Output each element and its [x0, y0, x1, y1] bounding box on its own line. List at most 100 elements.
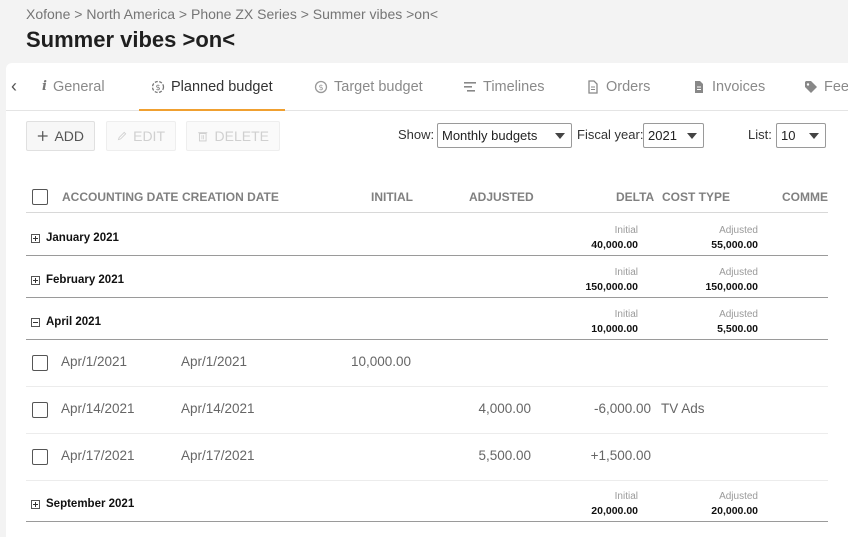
- initial-summary-value: 40,000.00: [591, 239, 638, 251]
- initial-summary-label: Initial: [614, 491, 638, 502]
- initial-summary-label: Initial: [614, 225, 638, 236]
- tab-label: Orders: [606, 78, 651, 95]
- svg-text:$: $: [318, 83, 323, 92]
- adjusted-summary-label: Adjusted: [719, 225, 758, 236]
- tag-icon: [805, 80, 817, 93]
- list-label: List:: [748, 127, 772, 142]
- accounting-date-cell: Apr/1/2021: [61, 354, 128, 369]
- header-divider: [26, 212, 828, 213]
- budget-icon: $: [151, 80, 165, 93]
- svg-text:$: $: [155, 83, 160, 92]
- tab-target-budget[interactable]: $ Target budget: [314, 63, 423, 110]
- tab-label: Invoices: [712, 78, 766, 95]
- group-divider: [26, 521, 828, 522]
- initial-summary-label: Initial: [614, 309, 638, 320]
- list-size-select[interactable]: 10: [776, 123, 826, 148]
- delete-button[interactable]: DELETE: [186, 121, 280, 151]
- col-creation-date[interactable]: CREATION DATE: [182, 190, 279, 204]
- fiscal-year-value: 2021: [648, 128, 677, 143]
- group-title: April 2021: [46, 316, 101, 328]
- tab-general[interactable]: i General: [42, 63, 105, 110]
- pencil-icon: [117, 131, 127, 141]
- cost-type-cell: TV Ads: [661, 401, 705, 416]
- col-delta[interactable]: DELTA: [616, 190, 654, 204]
- tab-planned-budget[interactable]: $ Planned budget: [139, 63, 285, 111]
- invoice-icon: [695, 80, 703, 93]
- group-title: September 2021: [46, 498, 135, 510]
- row-checkbox[interactable]: [32, 355, 48, 371]
- select-all-checkbox[interactable]: [32, 189, 48, 205]
- expand-icon[interactable]: [31, 234, 40, 243]
- chevron-down-icon: [555, 133, 565, 139]
- breadcrumb: Xofone > North America > Phone ZX Series…: [26, 6, 439, 22]
- edit-button[interactable]: EDIT: [106, 121, 176, 151]
- expand-icon[interactable]: [31, 500, 40, 509]
- collapse-icon[interactable]: [31, 318, 40, 327]
- initial-summary-value: 150,000.00: [585, 281, 638, 293]
- fiscal-year-label: Fiscal year:: [577, 127, 644, 142]
- group-divider: [26, 339, 828, 340]
- tab-orders[interactable]: Orders: [586, 63, 650, 110]
- show-label: Show:: [398, 127, 435, 142]
- adjusted-cell: 5,500.00: [478, 448, 531, 463]
- group-divider: [26, 255, 828, 256]
- creation-date-cell: Apr/17/2021: [181, 448, 255, 463]
- group-title: February 2021: [46, 274, 124, 286]
- plus-icon: [37, 131, 48, 141]
- edit-button-label: EDIT: [133, 128, 165, 144]
- col-adjusted[interactable]: ADJUSTED: [469, 190, 534, 204]
- tab-fee[interactable]: Fee: [804, 63, 848, 110]
- creation-date-cell: Apr/14/2021: [181, 401, 255, 416]
- tab-bar: ‹ i General $ Planned budget $ Target bu…: [6, 63, 848, 111]
- accounting-date-cell: Apr/17/2021: [61, 448, 135, 463]
- initial-summary-value: 20,000.00: [591, 505, 638, 517]
- adjusted-summary-label: Adjusted: [719, 267, 758, 278]
- delta-cell: -6,000.00: [593, 401, 651, 416]
- show-select-value: Monthly budgets: [442, 128, 538, 143]
- row-divider: [26, 433, 828, 434]
- main-panel: ‹ i General $ Planned budget $ Target bu…: [6, 63, 848, 537]
- expand-icon[interactable]: [31, 276, 40, 285]
- delta-cell: +1,500.00: [590, 448, 651, 463]
- col-accounting-date[interactable]: ACCOUNTING DATE: [62, 190, 178, 204]
- col-comment[interactable]: COMME: [782, 190, 828, 204]
- target-icon: $: [314, 80, 328, 93]
- adjusted-summary-label: Adjusted: [719, 309, 758, 320]
- add-button-label: ADD: [54, 128, 84, 144]
- add-button[interactable]: ADD: [26, 121, 95, 151]
- delete-button-label: DELETE: [214, 128, 269, 144]
- creation-date-cell: Apr/1/2021: [181, 354, 248, 369]
- initial-summary-value: 10,000.00: [591, 323, 638, 335]
- initial-summary-label: Initial: [614, 267, 638, 278]
- adjusted-summary-value: 55,000.00: [711, 239, 758, 251]
- timeline-icon: [464, 81, 476, 92]
- group-title: January 2021: [46, 232, 119, 244]
- row-divider: [26, 386, 828, 387]
- initial-cell: 10,000.00: [350, 354, 411, 369]
- document-icon: [588, 79, 598, 94]
- tab-label: Target budget: [334, 78, 423, 95]
- page-title: Summer vibes >on<: [26, 27, 236, 52]
- adjusted-summary-value: 20,000.00: [711, 505, 758, 517]
- adjusted-cell: 4,000.00: [478, 401, 531, 416]
- chevron-left-icon[interactable]: ‹: [11, 76, 17, 97]
- tab-invoices[interactable]: Invoices: [692, 63, 765, 110]
- tab-label: Timelines: [483, 78, 545, 95]
- chevron-down-icon: [687, 133, 697, 139]
- adjusted-summary-value: 150,000.00: [705, 281, 758, 293]
- tab-timelines[interactable]: Timelines: [463, 63, 545, 110]
- accounting-date-cell: Apr/14/2021: [61, 401, 135, 416]
- list-size-value: 10: [781, 128, 796, 143]
- tab-label: General: [52, 78, 105, 95]
- group-divider: [26, 297, 828, 298]
- col-initial[interactable]: INITIAL: [371, 190, 413, 204]
- row-divider: [26, 480, 828, 481]
- row-checkbox[interactable]: [32, 449, 48, 465]
- row-checkbox[interactable]: [32, 402, 48, 418]
- adjusted-summary-label: Adjusted: [719, 491, 758, 502]
- adjusted-summary-value: 5,500.00: [717, 323, 758, 335]
- fiscal-year-select[interactable]: 2021: [643, 123, 704, 148]
- info-icon: i: [42, 79, 47, 94]
- show-select[interactable]: Monthly budgets: [437, 123, 572, 148]
- col-cost-type[interactable]: COST TYPE: [662, 190, 730, 204]
